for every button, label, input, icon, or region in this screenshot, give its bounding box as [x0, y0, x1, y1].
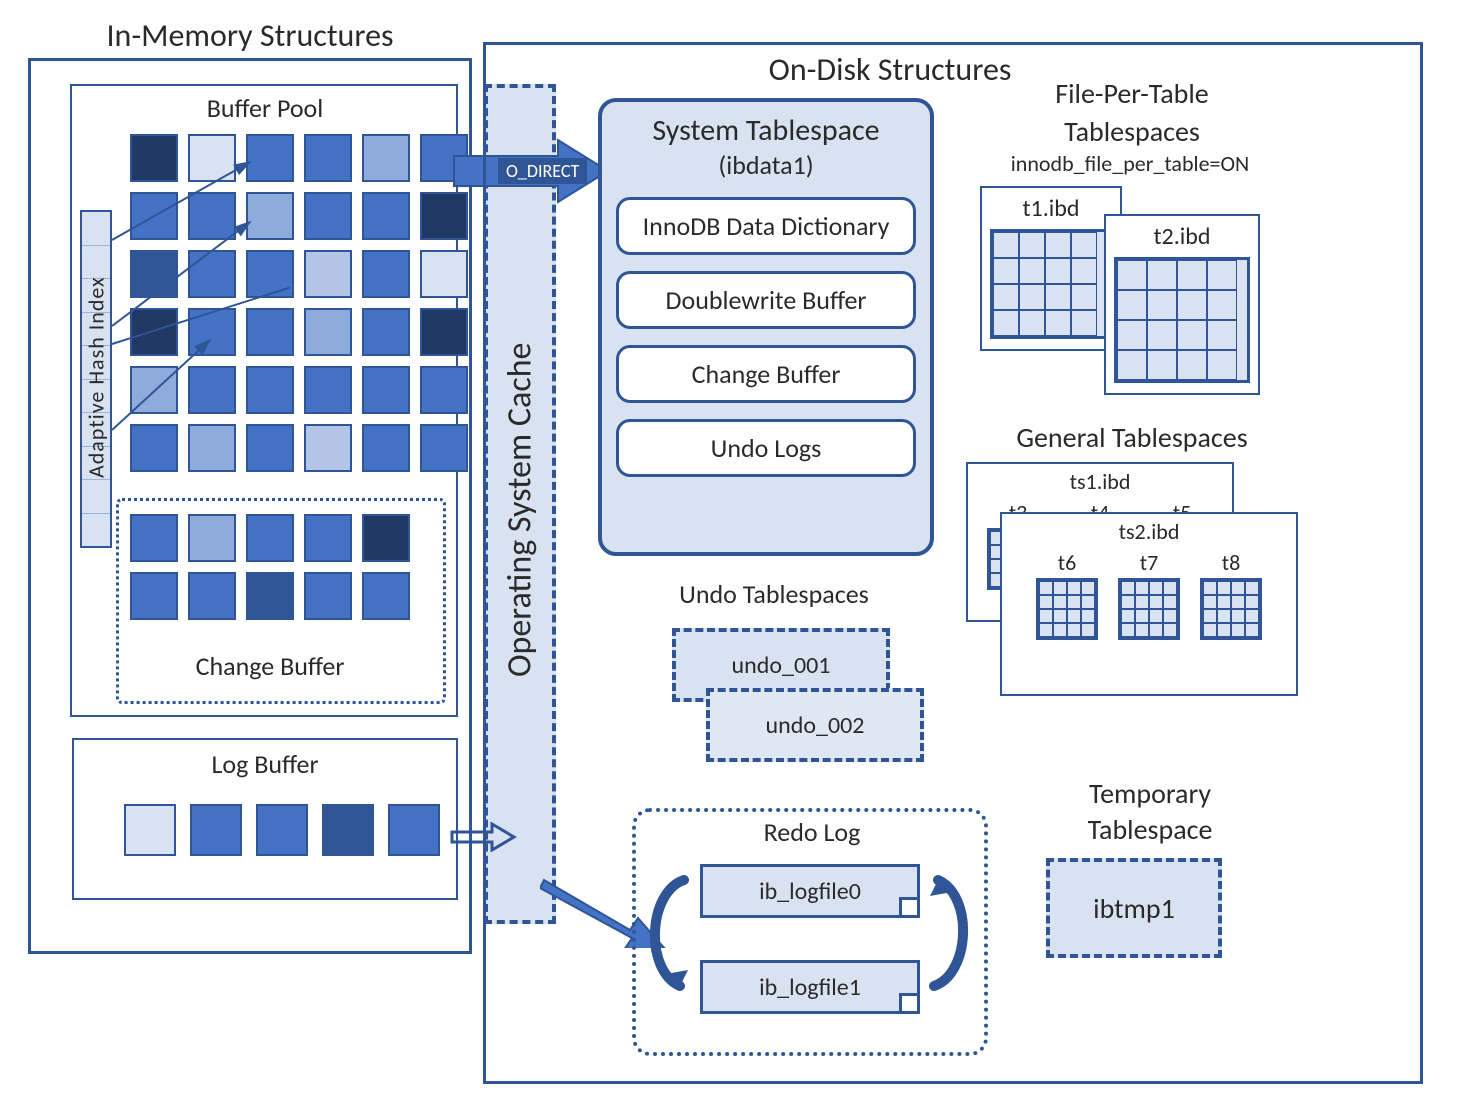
buffer-page-block	[188, 366, 236, 414]
buffer-page-block	[304, 250, 352, 298]
buffer-page-block	[130, 366, 178, 414]
buffer-page-block	[188, 308, 236, 356]
redo-log-cycle-right-arrow-icon	[922, 874, 982, 994]
buffer-page-block	[188, 134, 236, 182]
log-buffer-title: Log Buffer	[120, 748, 410, 780]
buffer-page-block	[188, 192, 236, 240]
buffer-page-block	[304, 308, 352, 356]
buffer-page-block	[362, 308, 410, 356]
buffer-pool-pages-grid	[130, 134, 468, 472]
undo-tablespace-file: undo_002	[706, 688, 924, 762]
buffer-page-block	[362, 192, 410, 240]
buffer-page-block	[130, 308, 178, 356]
buffer-page-block	[246, 514, 294, 562]
file-per-table-title-line2: Tablespaces	[972, 114, 1292, 149]
system-tablespace-item: InnoDB Data Dictionary	[616, 197, 916, 255]
system-tablespace-item: Undo Logs	[616, 419, 916, 477]
buffer-page-block	[362, 366, 410, 414]
file-per-table-title-line1: File-Per-Table	[972, 76, 1292, 111]
buffer-page-block	[304, 192, 352, 240]
temporary-tablespace-file: ibtmp1	[1046, 858, 1222, 958]
buffer-page-block	[188, 250, 236, 298]
system-tablespace-title: System Tablespace	[616, 112, 916, 149]
temporary-tablespace-title-line2: Tablespace	[1020, 812, 1280, 847]
file-per-table-filename: t1.ibd	[990, 194, 1112, 223]
log-buffer-blocks-grid	[124, 804, 440, 856]
redo-log-file: ib_logfile0	[700, 864, 920, 918]
table-grid-icon	[1200, 578, 1262, 640]
buffer-page-block	[246, 250, 294, 298]
buffer-page-block	[188, 514, 236, 562]
buffer-page-block	[304, 514, 352, 562]
buffer-page-block	[420, 424, 468, 472]
table-name: t8	[1200, 549, 1262, 576]
buffer-page-block	[130, 250, 178, 298]
redo-log-title: Redo Log	[712, 816, 912, 848]
temporary-tablespace-title-line1: Temporary	[1020, 776, 1280, 811]
log-buffer-block	[124, 804, 176, 856]
table-name: t7	[1118, 549, 1180, 576]
buffer-page-block	[130, 424, 178, 472]
general-tablespace-tables-row: t6 t7 t8	[1002, 549, 1296, 640]
buffer-pool-title: Buffer Pool	[120, 92, 410, 124]
buffer-page-block	[246, 366, 294, 414]
log-buffer-block	[388, 804, 440, 856]
file-per-table-filename: t2.ibd	[1114, 222, 1250, 251]
buffer-page-block	[362, 424, 410, 472]
table-grid-icon	[1036, 578, 1098, 640]
buffer-page-block	[304, 424, 352, 472]
redo-log-cycle-left-arrow-icon	[636, 874, 696, 994]
file-per-table-file-box: t2.ibd	[1104, 214, 1260, 395]
buffer-page-block	[362, 250, 410, 298]
system-tablespace-box: System Tablespace (ibdata1) InnoDB Data …	[598, 98, 934, 556]
general-tablespace-filename: ts1.ibd	[968, 464, 1232, 495]
in-memory-structures-title: In-Memory Structures	[50, 16, 450, 55]
buffer-page-block	[420, 366, 468, 414]
buffer-page-block	[362, 134, 410, 182]
redo-log-file-label: ib_logfile0	[759, 877, 861, 906]
buffer-page-block	[188, 572, 236, 620]
buffer-page-block	[304, 572, 352, 620]
log-buffer-block	[322, 804, 374, 856]
buffer-page-block	[246, 308, 294, 356]
buffer-page-block	[304, 366, 352, 414]
log-buffer-block	[190, 804, 242, 856]
buffer-page-block	[246, 572, 294, 620]
change-buffer-pages-grid	[130, 514, 410, 620]
buffer-page-block	[246, 424, 294, 472]
system-tablespace-item: Doublewrite Buffer	[616, 271, 916, 329]
redo-log-file: ib_logfile1	[700, 960, 920, 1014]
general-tablespace-filename: ts2.ibd	[1002, 514, 1296, 545]
undo-tablespaces-title: Undo Tablespaces	[614, 578, 934, 610]
buffer-page-block	[304, 134, 352, 182]
log-buffer-block	[256, 804, 308, 856]
buffer-page-block	[130, 572, 178, 620]
buffer-page-block	[130, 134, 178, 182]
buffer-page-block	[420, 250, 468, 298]
buffer-page-block	[420, 308, 468, 356]
table-grid-icon	[1114, 257, 1250, 383]
buffer-page-block	[362, 514, 410, 562]
adaptive-hash-index-label: Adaptive Hash Index	[82, 232, 110, 522]
system-tablespace-item: Change Buffer	[616, 345, 916, 403]
buffer-page-block	[246, 192, 294, 240]
buffer-page-block	[130, 192, 178, 240]
buffer-page-block	[130, 514, 178, 562]
buffer-page-block	[246, 134, 294, 182]
table-grid-icon	[990, 229, 1112, 339]
change-buffer-label: Change Buffer	[170, 650, 370, 682]
table-grid-icon	[1118, 578, 1180, 640]
file-per-table-subtitle: innodb_file_per_table=ON	[960, 150, 1300, 177]
general-tablespace-box: ts2.ibd t6 t7 t8	[1000, 512, 1298, 696]
redo-log-file-label: ib_logfile1	[759, 973, 861, 1002]
buffer-page-block	[188, 424, 236, 472]
file-per-table-file-box: t1.ibd	[980, 186, 1122, 351]
table-name: t6	[1036, 549, 1098, 576]
general-tablespaces-title: General Tablespaces	[952, 420, 1312, 455]
system-tablespace-subtitle: (ibdata1)	[616, 149, 916, 181]
buffer-page-block	[362, 572, 410, 620]
